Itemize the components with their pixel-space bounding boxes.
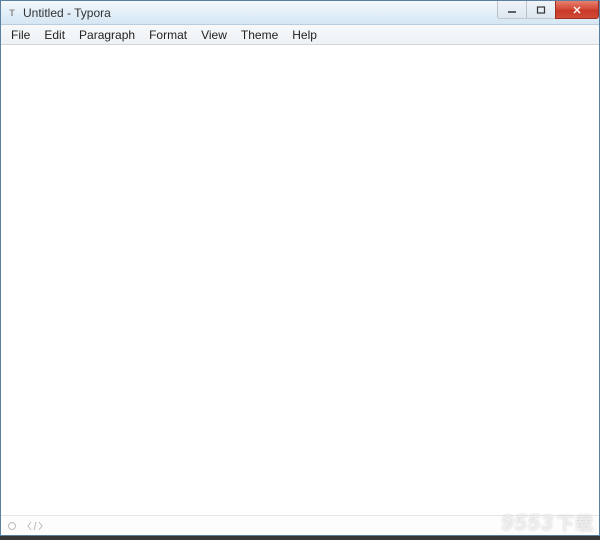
minimize-button[interactable] [497,1,527,19]
menu-theme[interactable]: Theme [234,26,285,44]
menu-edit[interactable]: Edit [37,26,72,44]
menu-help[interactable]: Help [285,26,324,44]
sidebar-toggle-icon[interactable] [7,521,17,531]
maximize-button[interactable] [526,1,556,19]
titlebar[interactable]: T Untitled - Typora [1,1,599,25]
menubar: File Edit Paragraph Format View Theme He… [1,25,599,45]
window-title: Untitled - Typora [23,6,111,20]
maximize-icon [536,6,546,14]
menu-format[interactable]: Format [142,26,194,44]
window-controls [498,1,599,21]
menu-file[interactable]: File [4,26,37,44]
minimize-icon [507,6,517,14]
app-window: T Untitled - Typora File Edit Paragraph … [0,0,600,536]
menu-paragraph[interactable]: Paragraph [72,26,142,44]
statusbar [1,515,599,535]
close-icon [572,6,582,14]
menu-view[interactable]: View [194,26,234,44]
close-button[interactable] [555,1,599,19]
source-mode-icon[interactable] [27,521,43,531]
editor-area[interactable] [1,45,599,515]
app-icon: T [5,6,19,20]
